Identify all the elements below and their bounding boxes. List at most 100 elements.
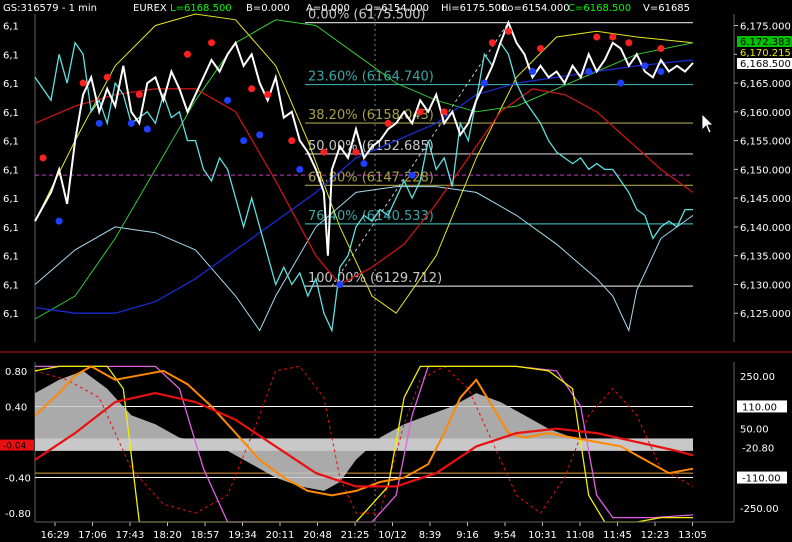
trading-chart: 0.00% (6175.500)23.60% (6164.740)38.20% … — [0, 0, 792, 542]
left-tick-label: 6,1 — [3, 223, 19, 234]
left-tick-label: 6,1 — [3, 79, 19, 90]
header-low: Lo=6154.000 — [502, 3, 570, 14]
time-tick-label: 11:08 — [566, 530, 595, 541]
time-tick-label: 8:39 — [419, 530, 441, 541]
left-tick-label: 6,1 — [3, 194, 19, 205]
blue-signal-dot — [657, 68, 665, 76]
blue-signal-dot — [224, 96, 232, 104]
blue-signal-dot — [360, 160, 368, 168]
header-high: Hi=6175.500 — [441, 3, 507, 14]
price-tick-label: 6,140.000 — [740, 223, 791, 234]
left-tick-label: 6,1 — [3, 50, 19, 61]
time-tick-label: 9:16 — [456, 530, 478, 541]
blue-signal-dot — [95, 119, 103, 127]
blue-signal-dot — [529, 68, 537, 76]
blue-signal-dot — [641, 62, 649, 70]
left-tick-label: 6,1 — [3, 252, 19, 263]
time-tick-label: 11:45 — [603, 530, 632, 541]
time-tick-label: 20:48 — [303, 530, 332, 541]
price-tick-label: 6,150.000 — [740, 165, 791, 176]
red-signal-dot — [384, 119, 392, 127]
red-signal-dot — [537, 45, 545, 53]
time-tick-label: 16:29 — [41, 530, 70, 541]
time-tick-label: 17:06 — [78, 530, 107, 541]
left-tick-label: 6,1 — [3, 165, 19, 176]
osc-level-label: -110.00 — [742, 474, 781, 485]
fib-label: 100.00% (6129.712) — [308, 271, 442, 286]
blue-signal-dot — [55, 217, 63, 225]
red-signal-dot — [416, 108, 424, 116]
time-tick-label: 13:05 — [678, 530, 707, 541]
header-close: C=6168.500 — [568, 3, 631, 14]
red-signal-dot — [320, 148, 328, 156]
price-label-text: 6,168.500 — [740, 59, 791, 70]
red-signal-dot — [79, 79, 87, 87]
red-signal-dot — [183, 50, 191, 58]
osc-left-tick: -0.80 — [5, 509, 31, 520]
red-signal-dot — [609, 33, 617, 41]
osc-left-tick: 0.40 — [5, 402, 27, 413]
price-tick-label: 6,160.000 — [740, 108, 791, 119]
blue-signal-dot — [617, 79, 625, 87]
time-tick-label: 18:57 — [191, 530, 220, 541]
osc-right-tick: 250.00 — [740, 372, 775, 383]
red-signal-dot — [39, 154, 47, 162]
header-bid: B=0.000 — [246, 3, 290, 14]
red-signal-dot — [488, 39, 496, 47]
time-tick-label: 20:11 — [266, 530, 295, 541]
blue-signal-dot — [127, 119, 135, 127]
red-signal-dot — [625, 39, 633, 47]
price-tick-label: 6,130.000 — [740, 280, 791, 291]
osc-left-tick: 0.80 — [5, 367, 27, 378]
time-tick-label: 9:54 — [494, 530, 516, 541]
time-tick-label: 17:43 — [116, 530, 145, 541]
blue-signal-dot — [240, 137, 248, 145]
red-signal-dot — [504, 27, 512, 35]
price-tick-label: 6,145.000 — [740, 194, 791, 205]
price-label-text: 6,170.215 — [740, 48, 791, 59]
header-ask: A=0.000 — [306, 3, 350, 14]
price-tick-label: 6,135.000 — [740, 252, 791, 263]
price-tick-label: 6,175.000 — [740, 22, 791, 33]
fib-label: 23.60% (6164.740) — [308, 70, 434, 85]
price-tick-label: 6,125.000 — [740, 309, 791, 320]
osc-right-tick: 50.00 — [740, 425, 769, 436]
time-tick-label: 21:25 — [341, 530, 370, 541]
left-tick-label: 6,1 — [3, 22, 19, 33]
time-tick-label: 18:20 — [153, 530, 182, 541]
blue-signal-dot — [585, 68, 593, 76]
red-signal-dot — [352, 148, 360, 156]
blue-signal-dot — [336, 280, 344, 288]
header-symbol: GS:316579 - 1 min — [3, 3, 97, 14]
red-signal-dot — [103, 73, 111, 81]
price-tick-label: 6,155.000 — [740, 137, 791, 148]
time-tick-label: 12:23 — [641, 530, 670, 541]
left-tick-label: 6,1 — [3, 280, 19, 291]
osc-level-label: -20.80 — [742, 443, 774, 454]
price-tick-label: 6,165.000 — [740, 79, 791, 90]
header-volume: V=61685 — [643, 3, 690, 14]
left-tick-label: 6,1 — [3, 137, 19, 148]
red-signal-dot — [440, 108, 448, 116]
fib-label: 76.40% (6140.533) — [308, 209, 434, 224]
left-tick-label: 6,1 — [3, 309, 19, 320]
time-tick-label: 19:34 — [228, 530, 257, 541]
blue-signal-dot — [296, 165, 304, 173]
header-exchange: EUREX — [133, 3, 167, 14]
blue-signal-dot — [408, 171, 416, 179]
red-signal-dot — [657, 45, 665, 53]
price-label-text: 6,172.383 — [740, 37, 791, 48]
osc-right-tick: -250.00 — [740, 504, 779, 515]
time-tick-label: 10:31 — [528, 530, 557, 541]
osc-level-label: 110.00 — [742, 402, 777, 413]
osc-current-label: -0.04 — [3, 442, 27, 452]
red-signal-dot — [593, 33, 601, 41]
red-signal-dot — [208, 39, 216, 47]
header-open: O=6154.000 — [365, 3, 429, 14]
left-tick-label: 6,1 — [3, 108, 19, 119]
osc-left-tick: -0.40 — [5, 474, 31, 485]
blue-signal-dot — [143, 125, 151, 133]
red-signal-dot — [135, 91, 143, 99]
blue-signal-dot — [256, 131, 264, 139]
blue-signal-dot — [480, 79, 488, 87]
